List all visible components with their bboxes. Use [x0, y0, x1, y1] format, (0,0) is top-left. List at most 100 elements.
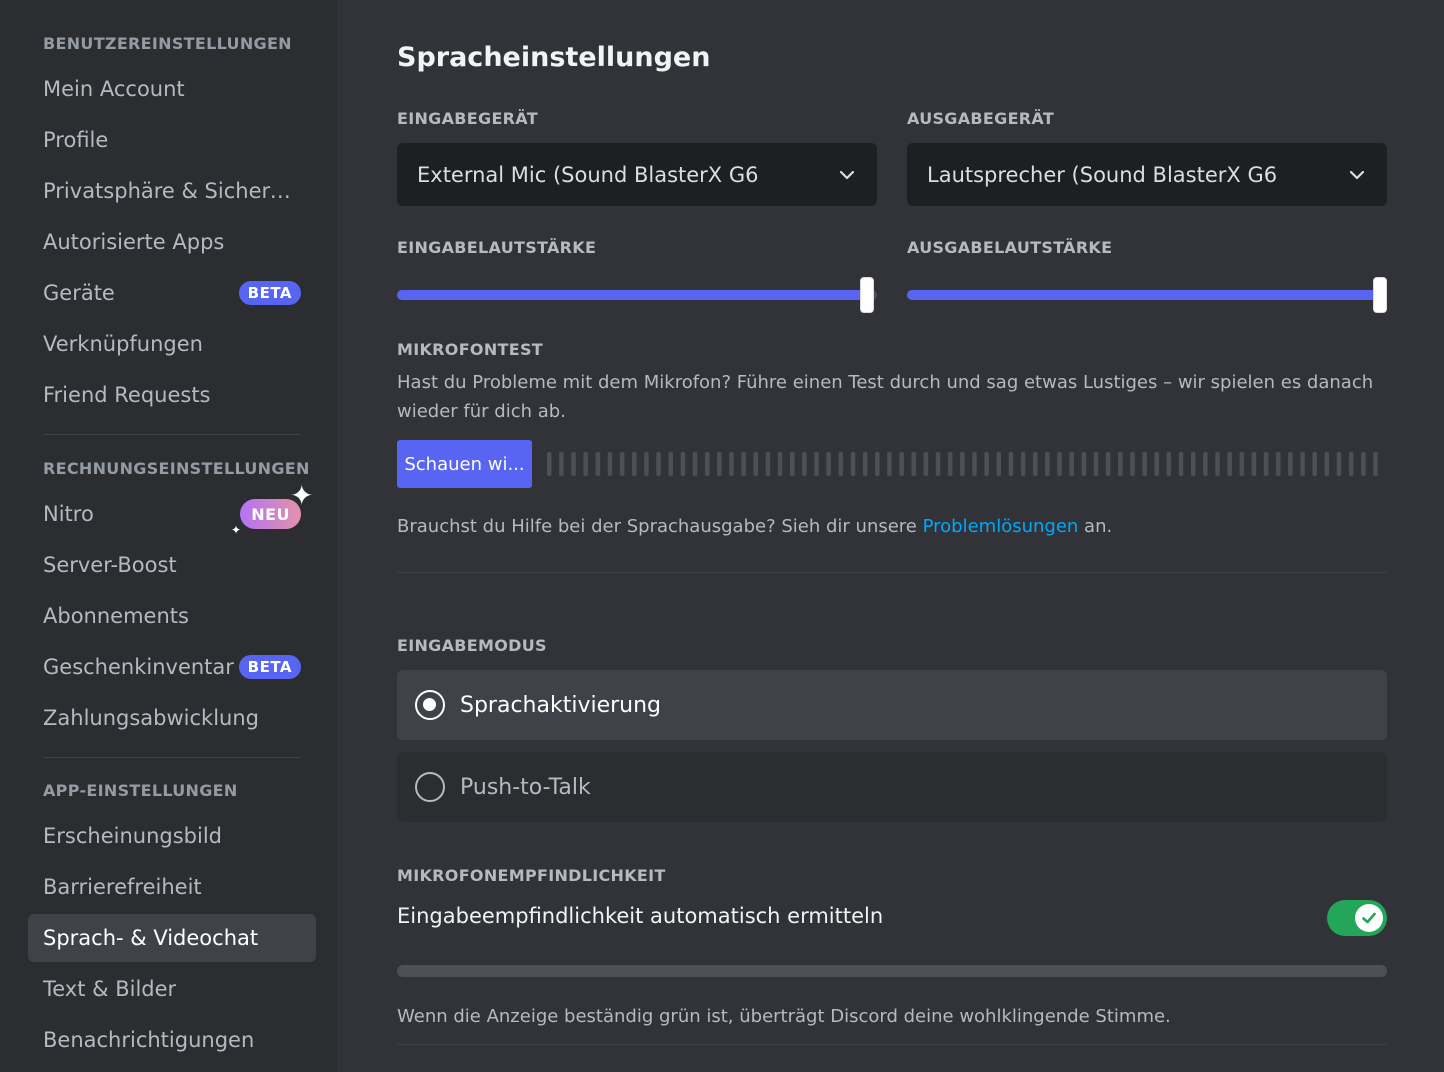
slider-handle[interactable] [1373, 277, 1387, 313]
meter-segment [1251, 452, 1257, 476]
sidebar-item-accessibility[interactable]: Barrierefreiheit [28, 863, 316, 911]
sidebar-item-label: Verknüpfungen [43, 332, 203, 356]
sidebar-item-devices[interactable]: Geräte BETA [28, 269, 316, 317]
slider-fill [907, 290, 1380, 300]
meter-segment [680, 452, 686, 476]
meter-segment [704, 452, 710, 476]
meter-segment [984, 452, 989, 476]
meter-segment [1227, 452, 1232, 476]
sidebar-item-nitro[interactable]: Nitro NEU ✦ ✦ [28, 482, 316, 538]
radio-label: Push-to-Talk [460, 774, 591, 800]
sidebar-item-privacy-safety[interactable]: Privatsphäre & Sicherh... [28, 167, 316, 215]
troubleshooting-link[interactable]: Problemlösungen [923, 516, 1079, 537]
meter-segment [1348, 452, 1354, 476]
meter-segment [814, 452, 819, 476]
settings-sidebar: BENUTZEREINSTELLUNGEN Mein Account Profi… [0, 0, 337, 1072]
auto-sensitivity-toggle[interactable] [1327, 900, 1387, 936]
output-device-label: AUSGABEGERÄT [907, 109, 1055, 128]
mic-test-button[interactable]: Schauen wi... [397, 440, 532, 488]
sidebar-item-text-images[interactable]: Text & Bilder [28, 965, 316, 1013]
meter-segment [935, 452, 941, 476]
auto-sensitivity-label: Eingabeempfindlichkeit automatisch ermit… [397, 904, 884, 928]
input-mode-label: EINGABEMODUS [397, 636, 547, 655]
meter-segment [1166, 452, 1172, 476]
input-device-select[interactable]: External Mic (Sound BlasterX G6 [397, 143, 877, 206]
voice-settings-panel: Spracheinstellungen EINGABEGERÄT AUSGABE… [397, 0, 1387, 1072]
meter-segment [1373, 452, 1378, 476]
sidebar-item-label: Nitro [43, 502, 94, 526]
sidebar-item-label: Mein Account [43, 77, 185, 101]
meter-segment [1361, 452, 1366, 476]
meter-segment [1118, 452, 1123, 476]
meter-segment [826, 452, 831, 476]
sidebar-header-app-settings: APP-EINSTELLUNGEN [43, 781, 238, 800]
sidebar-item-label: Barrierefreiheit [43, 875, 202, 899]
sidebar-item-voice-video[interactable]: Sprach- & Videochat [28, 914, 316, 962]
meter-segment [1312, 452, 1317, 476]
sidebar-item-friend-requests[interactable]: Friend Requests [28, 371, 316, 419]
sidebar-item-notifications[interactable]: Benachrichtigungen [28, 1016, 316, 1064]
sidebar-item-authorized-apps[interactable]: Autorisierte Apps [28, 218, 316, 266]
meter-segment [1069, 452, 1074, 476]
sidebar-item-label: Autorisierte Apps [43, 230, 225, 254]
checkmark-icon [1362, 912, 1376, 924]
meter-segment [644, 452, 649, 476]
radio-unselected-icon [415, 772, 445, 802]
sparkle-icon: ✦ [231, 523, 242, 537]
meter-segment [911, 452, 916, 476]
sidebar-item-profiles[interactable]: Profile [28, 116, 316, 164]
sidebar-item-appearance[interactable]: Erscheinungsbild [28, 812, 316, 860]
meter-segment [692, 452, 698, 476]
meter-segment [1300, 452, 1305, 476]
meter-segment [1203, 452, 1208, 476]
meter-segment [619, 452, 625, 476]
meter-segment [595, 452, 601, 476]
slider-fill [397, 290, 868, 300]
sparkle-icon: ✦ [290, 479, 314, 512]
meter-segment [741, 452, 746, 476]
sidebar-separator [43, 757, 301, 758]
beta-badge: BETA [238, 655, 301, 679]
meter-segment [850, 452, 856, 476]
help-text-suffix: an. [1078, 516, 1113, 537]
page-title: Spracheinstellungen [397, 42, 711, 73]
meter-segment [1263, 452, 1269, 476]
input-volume-slider[interactable] [397, 276, 877, 316]
sidebar-item-label: Erscheinungsbild [43, 824, 222, 848]
chevron-down-icon [1349, 170, 1365, 180]
meter-segment [1239, 452, 1245, 476]
meter-segment [1105, 452, 1111, 476]
sensitivity-hint: Wenn die Anzeige beständig grün ist, übe… [397, 1006, 1171, 1027]
sidebar-item-connections[interactable]: Verknüpfungen [28, 320, 316, 368]
meter-segment [559, 452, 564, 476]
meter-segment [960, 452, 965, 476]
meter-segment [777, 452, 783, 476]
radio-selected-icon [415, 690, 445, 720]
output-device-select[interactable]: Lautsprecher (Sound BlasterX G6 [907, 143, 1387, 206]
input-mode-voice-activity[interactable]: Sprachaktivierung [397, 670, 1387, 740]
sidebar-item-server-boost[interactable]: Server-Boost [28, 541, 316, 589]
meter-segment [972, 452, 977, 476]
slider-handle[interactable] [860, 277, 875, 313]
output-device-value: Lautsprecher (Sound BlasterX G6 [927, 162, 1278, 187]
sidebar-item-my-account[interactable]: Mein Account [28, 65, 316, 113]
sidebar-item-billing[interactable]: Zahlungsabwicklung [28, 694, 316, 742]
sidebar-header-user-settings: BENUTZEREINSTELLUNGEN [43, 34, 292, 53]
meter-segment [753, 452, 759, 476]
input-device-label: EINGABEGERÄT [397, 109, 538, 128]
sidebar-item-subscriptions[interactable]: Abonnements [28, 592, 316, 640]
sidebar-item-label: Zahlungsabwicklung [43, 706, 259, 730]
input-device-value: External Mic (Sound BlasterX G6 [417, 162, 759, 187]
output-volume-slider[interactable] [907, 276, 1387, 316]
meter-segment [947, 452, 953, 476]
meter-segment [996, 452, 1002, 476]
radio-label: Sprachaktivierung [460, 692, 662, 718]
meter-segment [656, 452, 661, 476]
meter-segment [838, 452, 844, 476]
meter-segment [717, 452, 722, 476]
sidebar-item-gift-inventory[interactable]: Geschenkinventar BETA [28, 643, 316, 691]
meter-segment [802, 452, 807, 476]
meter-segment [583, 452, 588, 476]
meter-segment [571, 452, 576, 476]
input-mode-push-to-talk[interactable]: Push-to-Talk [397, 752, 1387, 822]
